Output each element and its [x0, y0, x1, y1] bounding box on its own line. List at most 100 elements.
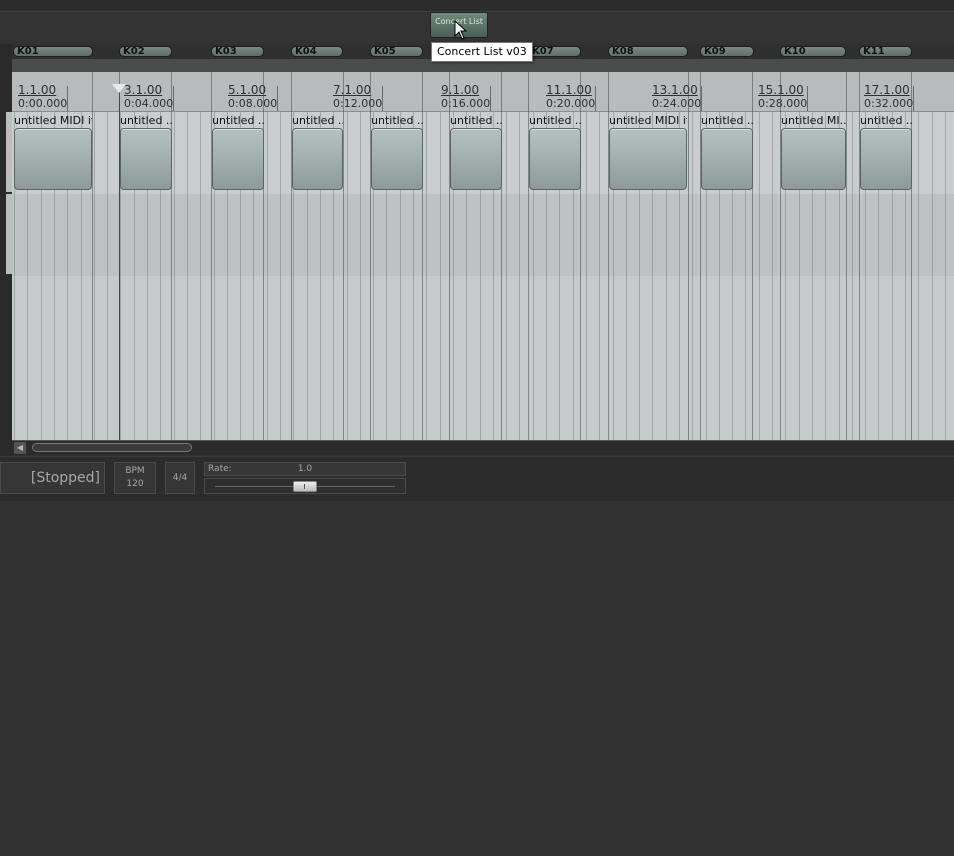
midi-item[interactable]: untitled MIDI it...: [14, 114, 92, 190]
timeline-ruler[interactable]: 1.1.00 0:00.000 3.1.00 0:04.000 5.1.00 0:08.0…: [12, 72, 954, 112]
ruler-label: 1.1.00 0:00.000: [18, 83, 68, 111]
ruler-label: 3.1.00 0:04.000: [124, 83, 173, 111]
time-signature-button[interactable]: 4/4: [165, 462, 195, 494]
gridline-major: [688, 59, 689, 440]
midi-item-body[interactable]: [292, 128, 343, 190]
gridline: [360, 112, 361, 440]
ruler-bar-position: 5.1.00: [228, 83, 267, 97]
ruler-label: 17.1.00 0:32.000: [864, 83, 914, 111]
midi-item-name: untitled MIDI it...: [14, 114, 92, 127]
gridline: [852, 112, 853, 440]
ruler-label: 7.1.00 0:12.000: [333, 84, 382, 111]
empty-docker-area: [0, 501, 954, 856]
top-menu-strip: [0, 0, 954, 12]
ruler-time-position: 0:00.000: [18, 97, 68, 110]
midi-item-body[interactable]: [529, 128, 581, 190]
ruler-label: 5.1.00 0:08.000: [228, 83, 278, 111]
ruler-time-position: 0:32.000: [864, 97, 914, 110]
midi-item-body[interactable]: [860, 128, 912, 190]
gridline: [426, 112, 427, 440]
ruler-time-position: 0:24.000: [652, 97, 702, 110]
midi-item-name: untitled ...: [120, 114, 172, 127]
ruler-time-position: 0:08.000: [228, 97, 278, 110]
midi-item-body[interactable]: [609, 128, 687, 190]
ruler-time-position: 0:28.000: [758, 97, 808, 110]
gridline: [692, 112, 693, 440]
midi-item-name: untitled ...: [450, 114, 502, 127]
gridline: [519, 112, 520, 440]
midi-item-body[interactable]: [14, 128, 92, 190]
midi-item[interactable]: untitled MI...: [781, 114, 846, 190]
marker-4[interactable]: K04: [291, 46, 343, 57]
arrange-view[interactable]: K01K02K03K04K05K06K07K08K09K10K11 1.1.00…: [12, 44, 954, 440]
playhead[interactable]: [119, 84, 120, 440]
playhead-triangle-icon[interactable]: [112, 84, 126, 93]
transport-bar: [Stopped] BPM 120 4/4 1.0 Rate:: [0, 456, 954, 502]
ruler-label: 15.1.000:28.000: [758, 84, 808, 111]
bpm-value: 120: [126, 479, 144, 489]
ruler-label: 11.1.00 0:20.000: [546, 83, 595, 111]
midi-item[interactable]: untitled ...: [860, 114, 912, 190]
marker-1[interactable]: K01: [13, 46, 93, 57]
midi-item-body[interactable]: [701, 128, 753, 190]
midi-item-name: untitled ...: [212, 114, 264, 127]
marker-5[interactable]: K05: [370, 46, 423, 57]
playrate-label: Rate:: [208, 464, 232, 474]
gridline: [174, 112, 175, 440]
gridline: [347, 112, 348, 440]
gridline: [200, 112, 201, 440]
gridline: [932, 112, 933, 440]
gridline: [94, 112, 95, 440]
midi-item[interactable]: untitled ...: [120, 114, 172, 190]
midi-item-name: untitled ...: [292, 114, 343, 127]
marker-7[interactable]: K07: [528, 46, 581, 57]
midi-item-body[interactable]: [781, 128, 846, 190]
marker-2[interactable]: K02: [119, 46, 172, 57]
mouse-pointer-icon: [454, 20, 468, 40]
marker-10[interactable]: K10: [780, 46, 846, 57]
transport-status: [Stopped]: [0, 462, 105, 494]
midi-item-body[interactable]: [212, 128, 264, 190]
midi-item-body[interactable]: [120, 128, 172, 190]
midi-item[interactable]: untitled ...: [371, 114, 423, 190]
playrate-readout: 1.0 Rate:: [204, 462, 406, 476]
ruler-bar-position: 17.1.00: [864, 83, 910, 97]
midi-item-body[interactable]: [371, 128, 423, 190]
playrate-slider-thumb[interactable]: [293, 481, 317, 492]
marker-8[interactable]: K08: [608, 46, 688, 57]
scrollbar-thumb[interactable]: [32, 443, 192, 452]
ruler-bar-position: 1.1.00: [18, 83, 57, 97]
marker-3[interactable]: K03: [211, 46, 264, 57]
midi-item-name: untitled MIDI it...: [609, 114, 687, 127]
gridline: [759, 112, 760, 440]
midi-item-name: untitled MI...: [781, 114, 846, 127]
gridline: [918, 112, 919, 440]
playrate-slider[interactable]: [204, 478, 406, 494]
marker-11[interactable]: K11: [859, 46, 912, 57]
tooltip: Concert List v03: [431, 42, 533, 62]
gridline: [267, 112, 268, 440]
gridline: [107, 112, 108, 440]
gridline: [772, 112, 773, 440]
gridline-major: [846, 59, 847, 440]
midi-item-body[interactable]: [450, 128, 502, 190]
ruler-bar-position: 11.1.00: [546, 83, 592, 97]
ruler-label: 13.1.00 0:24.000: [652, 83, 702, 111]
midi-item[interactable]: untitled ...: [450, 114, 502, 190]
gridline: [506, 112, 507, 440]
midi-item[interactable]: untitled ...: [212, 114, 264, 190]
gridline: [440, 112, 441, 440]
scroll-left-arrow-icon[interactable]: ◀: [14, 442, 26, 454]
midi-item[interactable]: untitled ...: [701, 114, 753, 190]
bpm-button[interactable]: BPM 120: [114, 462, 156, 494]
gridline: [280, 112, 281, 440]
marker-9[interactable]: K09: [700, 46, 754, 57]
ruler-bar-position: 3.1.00: [124, 83, 163, 97]
midi-item-name: untitled ...: [860, 114, 912, 127]
midi-item[interactable]: untitled ...: [529, 114, 581, 190]
horizontal-scrollbar[interactable]: ◀: [12, 440, 954, 455]
midi-item[interactable]: untitled MIDI it...: [609, 114, 687, 190]
midi-item-name: untitled ...: [529, 114, 581, 127]
midi-item[interactable]: untitled ...: [292, 114, 343, 190]
ruler-bar-position: 13.1.00: [652, 83, 698, 97]
